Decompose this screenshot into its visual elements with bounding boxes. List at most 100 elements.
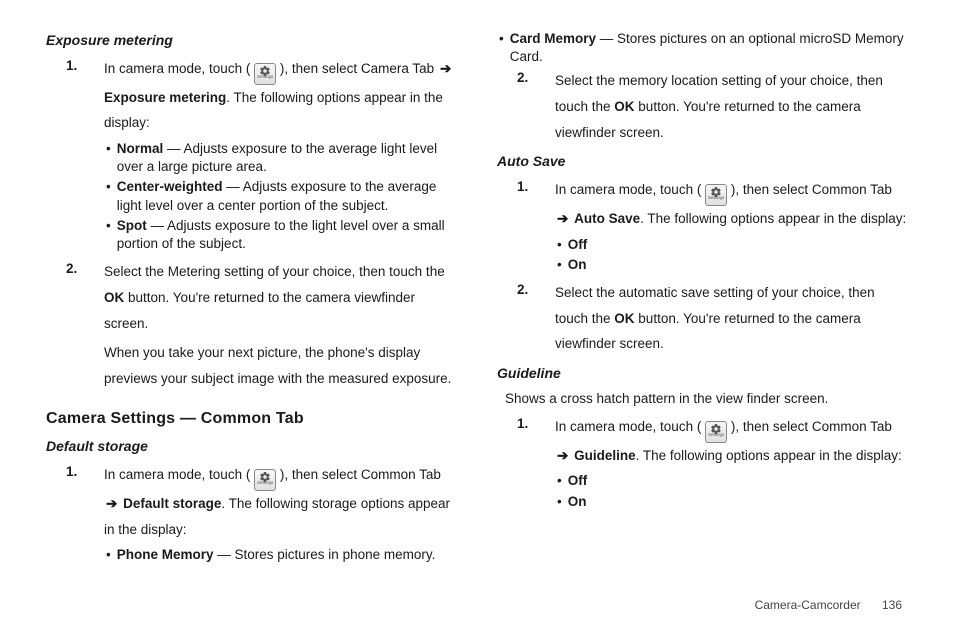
bold-text: Normal — [117, 141, 164, 156]
bold-text: Default storage — [123, 496, 221, 511]
bold-text: OK — [104, 290, 124, 305]
storage-options: •Phone Memory — Stores pictures in phone… — [104, 546, 457, 564]
bullet-text: Normal — Adjusts exposure to the average… — [117, 140, 457, 176]
bullet-text: Spot — Adjusts exposure to the light lev… — [117, 217, 457, 253]
heading-default-storage: Default storage — [46, 436, 457, 458]
text: In camera mode, touch ( — [555, 419, 701, 434]
bold-text: Phone Memory — [117, 547, 214, 562]
page-footer: Camera-Camcorder 136 — [755, 598, 902, 612]
text: ), then select Common Tab — [731, 419, 892, 434]
list-item: 1. In camera mode, touch ( Settings ), t… — [497, 177, 908, 276]
step-body: Select the automatic save setting of you… — [555, 280, 908, 357]
default-storage-steps: 1. In camera mode, touch ( Settings ), t… — [46, 462, 457, 567]
bold-text: Card Memory — [510, 31, 596, 46]
step-number: 2. — [497, 68, 555, 145]
text: ), then select Common Tab — [731, 182, 892, 197]
text: ), then select Camera Tab — [280, 61, 434, 76]
step-body: In camera mode, touch ( Settings ), then… — [555, 177, 908, 276]
list-item: 1. In camera mode, touch ( Settings ), t… — [46, 462, 457, 567]
page-body: Exposure metering 1. In camera mode, tou… — [0, 0, 954, 560]
bullet-text: Card Memory — Stores pictures on an opti… — [510, 30, 908, 66]
text: ), then select Common Tab — [280, 467, 441, 482]
text: button. You're returned to the camera vi… — [104, 290, 415, 331]
bullet-text: Off — [568, 236, 908, 254]
bold-text: Exposure metering — [104, 90, 226, 105]
text: . The following options appear in the di… — [636, 448, 902, 463]
list-item: 2. Select the Metering setting of your c… — [46, 259, 457, 397]
bold-text: Auto Save — [574, 211, 640, 226]
list-item: 2. Select the automatic save setting of … — [497, 280, 908, 357]
arrow-icon: ➔ — [555, 211, 570, 226]
guideline-intro: Shows a cross hatch pattern in the view … — [505, 389, 908, 410]
bullet-icon: • — [104, 140, 117, 176]
arrow-icon: ➔ — [438, 61, 453, 76]
guideline-options: •Off •On — [555, 472, 908, 510]
icon-label: Settings — [255, 481, 275, 485]
settings-gear-icon: Settings — [254, 469, 276, 491]
bold-text: Off — [568, 473, 588, 488]
list-item: •Spot — Adjusts exposure to the light le… — [104, 217, 457, 253]
list-item: •Off — [555, 472, 908, 490]
bold-text: On — [568, 494, 587, 509]
text: When you take your next picture, the pho… — [104, 345, 451, 386]
list-item: •Off — [555, 236, 908, 254]
list-item: •Center-weighted — Adjusts exposure to t… — [104, 178, 457, 214]
bold-text: Center-weighted — [117, 179, 223, 194]
step-body: In camera mode, touch ( Settings ), then… — [104, 462, 457, 567]
step-body: In camera mode, touch ( Settings ), then… — [555, 414, 908, 513]
bullet-icon: • — [555, 236, 568, 254]
step-number: 2. — [46, 259, 104, 397]
step-number: 1. — [46, 56, 104, 256]
settings-gear-icon: Settings — [705, 184, 727, 206]
heading-common-tab: Camera Settings — Common Tab — [46, 407, 457, 432]
icon-label: Settings — [255, 75, 275, 79]
heading-guideline: Guideline — [497, 363, 908, 385]
bullet-icon: • — [555, 256, 568, 274]
default-storage-steps-cont: 2. Select the memory location setting of… — [497, 68, 908, 145]
heading-exposure-metering: Exposure metering — [46, 30, 457, 52]
bullet-icon: • — [497, 30, 510, 66]
step-body: In camera mode, touch ( Settings ), then… — [104, 56, 457, 256]
storage-options-cont: •Card Memory — Stores pictures on an opt… — [497, 30, 908, 66]
list-item: •Normal — Adjusts exposure to the averag… — [104, 140, 457, 176]
list-item: 2. Select the memory location setting of… — [497, 68, 908, 145]
settings-gear-icon: Settings — [705, 421, 727, 443]
icon-label: Settings — [706, 433, 726, 437]
arrow-icon: ➔ — [104, 496, 119, 511]
bold-text: Spot — [117, 218, 147, 233]
bold-text: OK — [614, 311, 634, 326]
bold-text: Guideline — [574, 448, 636, 463]
left-column: Exposure metering 1. In camera mode, tou… — [46, 30, 457, 560]
auto-save-steps: 1. In camera mode, touch ( Settings ), t… — [497, 177, 908, 357]
bold-text: Off — [568, 237, 588, 252]
bullet-text: Phone Memory — Stores pictures in phone … — [117, 546, 457, 564]
exposure-steps: 1. In camera mode, touch ( Settings ), t… — [46, 56, 457, 398]
list-item: •Card Memory — Stores pictures on an opt… — [497, 30, 908, 66]
heading-auto-save: Auto Save — [497, 151, 908, 173]
bullet-icon: • — [104, 217, 117, 253]
page-number: 136 — [882, 598, 902, 612]
right-column: •Card Memory — Stores pictures on an opt… — [497, 30, 908, 560]
list-item: 1. In camera mode, touch ( Settings ), t… — [497, 414, 908, 513]
step-number: 1. — [497, 414, 555, 513]
auto-save-options: •Off •On — [555, 236, 908, 274]
bullet-icon: • — [104, 178, 117, 214]
step-number: 2. — [497, 280, 555, 357]
list-item: •Phone Memory — Stores pictures in phone… — [104, 546, 457, 564]
bullet-icon: • — [555, 493, 568, 511]
text: In camera mode, touch ( — [104, 467, 250, 482]
bullet-text: Off — [568, 472, 908, 490]
list-item: 1. In camera mode, touch ( Settings ), t… — [46, 56, 457, 256]
bullet-icon: • — [104, 546, 117, 564]
list-item: •On — [555, 493, 908, 511]
arrow-icon: ➔ — [555, 448, 570, 463]
text: — Stores pictures in phone memory. — [214, 547, 436, 562]
list-item: •On — [555, 256, 908, 274]
text: Select the Metering setting of your choi… — [104, 264, 445, 279]
text: In camera mode, touch ( — [555, 182, 701, 197]
step-number: 1. — [46, 462, 104, 567]
text: In camera mode, touch ( — [104, 61, 250, 76]
step-number: 1. — [497, 177, 555, 276]
bullet-icon: • — [555, 472, 568, 490]
bold-text: On — [568, 257, 587, 272]
